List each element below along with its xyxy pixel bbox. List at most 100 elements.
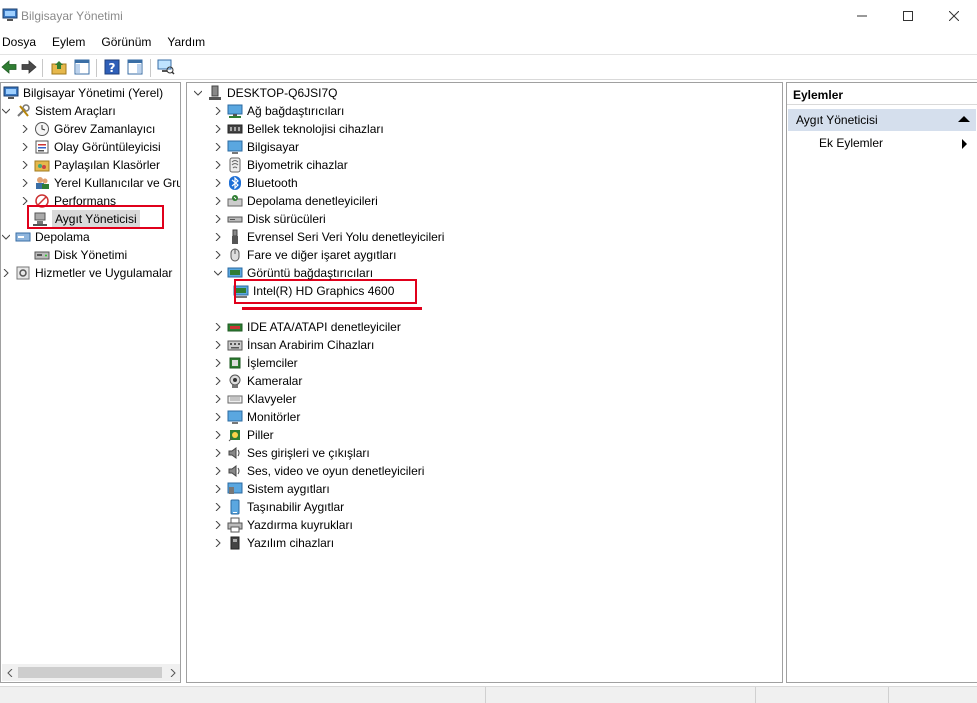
device-category-bottom-3[interactable]: Kameralar	[213, 372, 302, 390]
scrollbar-thumb[interactable]	[18, 667, 162, 678]
tree-item-storage[interactable]: Depolama	[1, 228, 90, 246]
device-category-label: Disk sürücüleri	[247, 212, 326, 226]
device-category-label: Klavyeler	[247, 392, 297, 406]
device-category-bottom-2[interactable]: İşlemciler	[213, 354, 298, 372]
device-category-bottom-4[interactable]: Klavyeler	[213, 390, 296, 408]
device-category-bottom-5[interactable]: Monitörler	[213, 408, 300, 426]
chevron-right-icon[interactable]	[213, 444, 223, 462]
chevron-right-icon[interactable]	[213, 480, 223, 498]
chevron-right-icon[interactable]	[20, 138, 30, 156]
chevron-right-icon[interactable]	[213, 138, 223, 156]
chevron-right-icon[interactable]	[213, 156, 223, 174]
device-category-bottom-8[interactable]: Ses, video ve oyun denetleyicileri	[213, 462, 424, 480]
device-category-top-8[interactable]: Fare ve diğer işaret aygıtları	[213, 246, 396, 264]
chevron-right-icon[interactable]	[213, 426, 223, 444]
chevron-down-icon[interactable]	[1, 102, 11, 120]
chevron-right-icon[interactable]	[20, 174, 30, 192]
processor-icon	[227, 355, 243, 371]
chevron-down-icon[interactable]	[213, 264, 223, 282]
chevron-right-icon[interactable]	[213, 174, 223, 192]
up-folder-button[interactable]	[50, 58, 68, 76]
device-category-top-7[interactable]: Evrensel Seri Veri Yolu denetleyicileri	[213, 228, 444, 246]
device-category-label: Kameralar	[247, 374, 303, 388]
show-hide-tree-button[interactable]	[73, 58, 91, 76]
chevron-right-icon[interactable]	[213, 516, 223, 534]
collapse-up-icon[interactable]	[958, 116, 970, 122]
device-category-bottom-9[interactable]: Sistem aygıtları	[213, 480, 330, 498]
title-bar: Bilgisayar Yönetimi	[0, 0, 977, 31]
scroll-left-icon[interactable]	[4, 666, 16, 679]
chevron-down-icon[interactable]	[1, 228, 11, 246]
device-category-bottom-1[interactable]: İnsan Arabirim Cihazları	[213, 336, 374, 354]
menu-eylem[interactable]: Eylem	[50, 33, 85, 52]
forward-button[interactable]	[20, 58, 38, 76]
device-category-bottom-7[interactable]: Ses girişleri ve çıkışları	[213, 444, 370, 462]
device-category-top-2[interactable]: Bilgisayar	[213, 138, 299, 156]
menu-gorunum[interactable]: Görünüm	[99, 33, 151, 52]
scan-hardware-button[interactable]	[157, 58, 175, 76]
chevron-right-icon[interactable]	[213, 192, 223, 210]
help-button[interactable]: ?	[103, 58, 121, 76]
chevron-right-icon[interactable]	[213, 228, 223, 246]
chevron-right-icon[interactable]	[213, 102, 223, 120]
biometric-icon	[227, 157, 243, 173]
menu-dosya[interactable]: Dosya	[0, 33, 36, 52]
device-category-top-0[interactable]: Ağ bağdaştırıcıları	[213, 102, 344, 120]
left-pane-horizontal-scrollbar[interactable]	[2, 664, 180, 681]
tree-item-system-tools[interactable]: Sistem Araçları	[1, 102, 116, 120]
chevron-right-icon[interactable]	[213, 336, 223, 354]
device-category-label: IDE ATA/ATAPI denetleyiciler	[247, 320, 401, 334]
tree-item-task-scheduler[interactable]: Görev Zamanlayıcı	[20, 120, 155, 138]
maximize-button[interactable]	[885, 0, 931, 31]
more-actions-item[interactable]: Ek Eylemler	[819, 136, 883, 150]
maximize-icon	[903, 10, 913, 21]
chevron-right-icon[interactable]	[213, 534, 223, 552]
device-category-top-5[interactable]: Depolama denetleyicileri	[213, 192, 378, 210]
chevron-right-icon[interactable]	[213, 120, 223, 138]
chevron-right-icon[interactable]	[213, 246, 223, 264]
chevron-right-icon[interactable]	[20, 156, 30, 174]
device-category-bottom-0[interactable]: IDE ATA/ATAPI denetleyiciler	[213, 318, 401, 336]
device-category-bottom-6[interactable]: Piller	[213, 426, 274, 444]
chevron-right-icon[interactable]	[213, 462, 223, 480]
tree-item-event-viewer[interactable]: Olay Görüntüleyicisi	[20, 138, 161, 156]
device-category-top-9[interactable]: Görüntü bağdaştırıcıları	[213, 264, 373, 282]
device-category-top-1[interactable]: Bellek teknolojisi cihazları	[213, 120, 384, 138]
help-icon: ?	[104, 59, 120, 75]
show-action-pane-button[interactable]	[126, 58, 144, 76]
back-button[interactable]	[0, 58, 18, 76]
chevron-right-icon[interactable]	[213, 210, 223, 228]
chevron-right-icon[interactable]	[1, 264, 11, 282]
tree-item-services-apps[interactable]: Hizmetler ve Uygulamalar	[1, 264, 172, 282]
menu-yardim[interactable]: Yardım	[165, 33, 205, 52]
scroll-right-icon[interactable]	[167, 666, 179, 679]
chevron-right-icon[interactable]	[213, 372, 223, 390]
device-category-top-4[interactable]: Bluetooth	[213, 174, 298, 192]
minimize-icon	[857, 15, 867, 16]
tree-item-local-users[interactable]: Yerel Kullanıcılar ve Gru	[20, 174, 180, 192]
minimize-button[interactable]	[839, 0, 885, 31]
chevron-right-icon[interactable]	[213, 390, 223, 408]
chevron-right-icon[interactable]	[213, 354, 223, 372]
tree-item-computer-management[interactable]: Bilgisayar Yönetimi (Yerel)	[3, 84, 163, 102]
device-category-bottom-10[interactable]: Taşınabilir Aygıtlar	[213, 498, 344, 516]
chevron-right-icon[interactable]	[213, 408, 223, 426]
shared-folder-icon	[34, 157, 50, 173]
device-category-bottom-11[interactable]: Yazdırma kuyrukları	[213, 516, 353, 534]
device-category-label: Taşınabilir Aygıtlar	[247, 500, 345, 514]
tree-item-disk-management[interactable]: Disk Yönetimi	[34, 246, 127, 264]
device-category-top-6[interactable]: Disk sürücüleri	[213, 210, 326, 228]
printer-icon	[227, 517, 243, 533]
tools-icon	[15, 103, 31, 119]
chevron-right-icon[interactable]	[213, 318, 223, 336]
disk-drive-icon	[227, 211, 243, 227]
close-button[interactable]	[931, 0, 977, 31]
tree-item-shared-folders[interactable]: Paylaşılan Klasörler	[20, 156, 160, 174]
chevron-right-icon[interactable]	[20, 120, 30, 138]
device-tree-root[interactable]: DESKTOP-Q6JSI7Q	[193, 84, 337, 102]
chevron-right-icon[interactable]	[213, 498, 223, 516]
actions-section-device-manager[interactable]: Aygıt Yöneticisi	[788, 109, 976, 131]
device-category-bottom-12[interactable]: Yazılım cihazları	[213, 534, 334, 552]
chevron-down-icon[interactable]	[193, 84, 203, 102]
device-category-top-3[interactable]: Biyometrik cihazlar	[213, 156, 348, 174]
